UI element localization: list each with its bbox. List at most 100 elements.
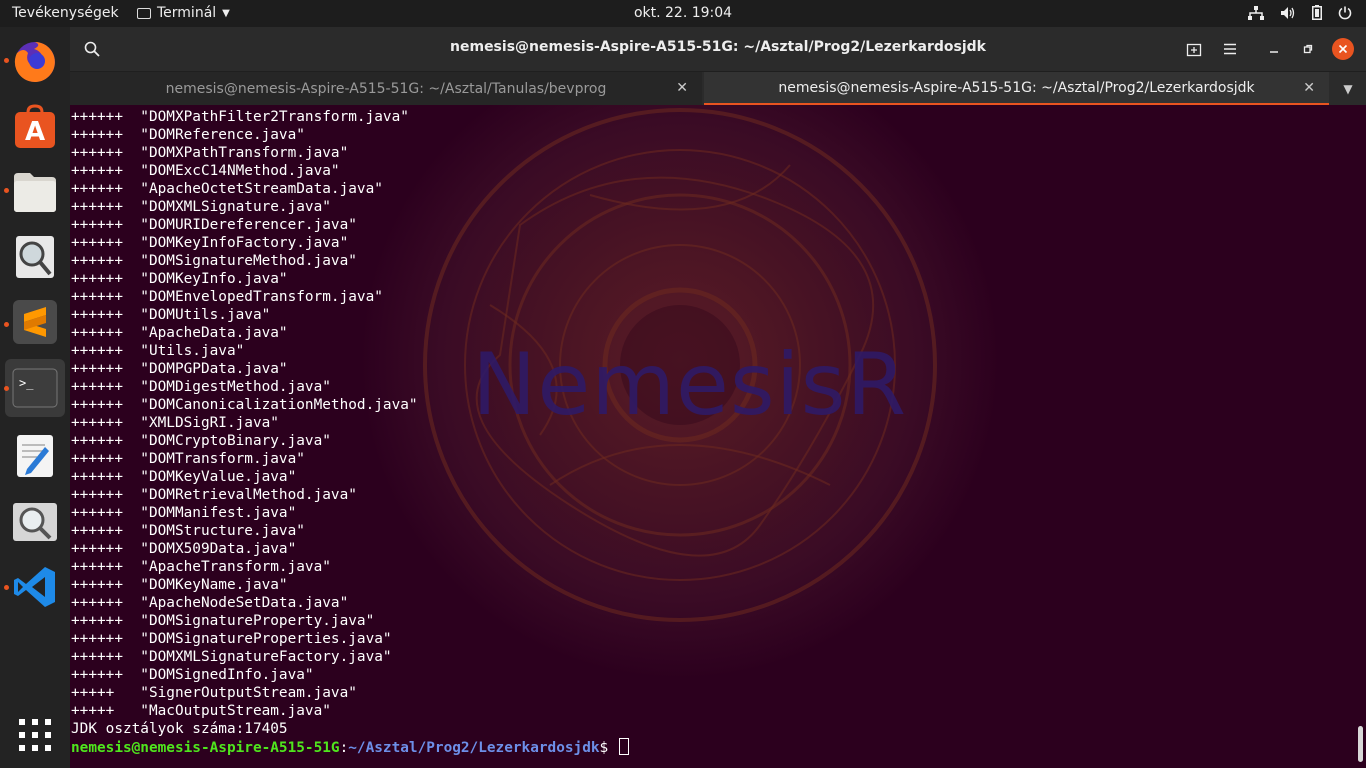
terminal-line: ++++++ "DOMSignatureMethod.java" xyxy=(71,253,357,269)
text-editor-launcher[interactable] xyxy=(5,427,65,485)
tab-label: nemesis@nemesis-Aspire-A515-51G: ~/Aszta… xyxy=(165,80,607,97)
running-indicator xyxy=(4,386,9,391)
folder-icon xyxy=(14,173,56,212)
vscode-icon xyxy=(14,567,55,607)
terminal-line: ++++++ "DOMEnvelopedTransform.java" xyxy=(71,289,383,305)
terminal-line: ++++++ "Utils.java" xyxy=(71,343,245,359)
terminal-icon: >_ xyxy=(12,368,58,408)
close-icon[interactable]: ✕ xyxy=(676,80,688,96)
prompt-path: ~/Asztal/Prog2/Lezerkardosjdk xyxy=(348,740,600,756)
files-launcher[interactable] xyxy=(5,163,65,221)
tab-lezerkardosjdk[interactable]: nemesis@nemesis-Aspire-A515-51G: ~/Aszta… xyxy=(704,72,1329,105)
top-bar: Tevékenységek Terminál ▼ okt. 22. 19:04 xyxy=(0,0,1366,27)
sublime-text-launcher[interactable] xyxy=(5,293,65,351)
terminal-line: ++++++ "DOMCanonicalizationMethod.java" xyxy=(71,397,418,413)
tab-bar: nemesis@nemesis-Aspire-A515-51G: ~/Aszta… xyxy=(70,71,1366,105)
tab-bevprog[interactable]: nemesis@nemesis-Aspire-A515-51G: ~/Aszta… xyxy=(70,72,702,105)
ubuntu-software-launcher[interactable]: A xyxy=(5,98,65,156)
firefox-icon xyxy=(14,42,55,82)
dock: A >_ xyxy=(0,27,70,768)
software-center-icon: A xyxy=(15,104,55,148)
terminal-line: ++++++ "DOMPGPData.java" xyxy=(71,361,288,377)
terminal-line: ++++++ "DOMReference.java" xyxy=(71,127,305,143)
power-menu-icon[interactable] xyxy=(1338,6,1352,20)
system-tray[interactable] xyxy=(1248,5,1352,20)
sublime-text-icon xyxy=(13,300,57,344)
terminal-line: ++++++ "DOMCryptoBinary.java" xyxy=(71,433,331,449)
chevron-down-icon: ▼ xyxy=(1343,81,1353,96)
terminal-line: ++++++ "DOMDigestMethod.java" xyxy=(71,379,331,395)
running-indicator xyxy=(4,322,9,327)
terminal-line: JDK osztályok száma:17405 xyxy=(71,721,288,737)
minimize-button[interactable] xyxy=(1262,37,1286,61)
svg-text:A: A xyxy=(25,117,45,147)
terminal-line: ++++++ "ApacheNodeSetData.java" xyxy=(71,595,349,611)
close-window-button[interactable] xyxy=(1332,38,1354,60)
tab-label: nemesis@nemesis-Aspire-A515-51G: ~/Aszta… xyxy=(778,79,1255,96)
restore-icon xyxy=(1303,44,1313,54)
hamburger-icon xyxy=(1224,43,1236,55)
shell-prompt[interactable]: nemesis@nemesis-Aspire-A515-51G:~/Asztal… xyxy=(71,738,629,756)
terminal-line: ++++++ "DOMKeyValue.java" xyxy=(71,469,297,485)
terminal-line: ++++++ "XMLDSigRI.java" xyxy=(71,415,279,431)
terminal-window: nemesis@nemesis-Aspire-A515-51G: ~/Aszta… xyxy=(70,27,1366,768)
running-indicator xyxy=(4,585,9,590)
terminal-output: ++++++ "DOMXPathFilter2Transform.java" ++… xyxy=(71,108,629,756)
running-indicator xyxy=(4,58,9,63)
running-indicator xyxy=(4,188,9,193)
app-grid-icon xyxy=(19,719,51,751)
terminal-line: +++++ "MacOutputStream.java" xyxy=(71,703,331,719)
terminal-line: ++++++ "DOMSignedInfo.java" xyxy=(71,667,314,683)
terminal-viewport[interactable]: NemesisR ++++++ "DOMXPathFilter2Transfor… xyxy=(70,105,1366,768)
close-icon xyxy=(1338,44,1348,54)
svg-text:>_: >_ xyxy=(19,376,34,390)
terminal-line: ++++++ "DOMXPathFilter2Transform.java" xyxy=(71,109,409,125)
terminal-line: ++++++ "DOMManifest.java" xyxy=(71,505,297,521)
tab-list-dropdown[interactable]: ▼ xyxy=(1330,72,1366,105)
volume-icon[interactable] xyxy=(1280,6,1296,20)
terminal-line: ++++++ "DOMTransform.java" xyxy=(71,451,305,467)
magnifier-icon xyxy=(16,236,54,278)
battery-icon[interactable] xyxy=(1312,5,1322,20)
hamburger-menu-button[interactable] xyxy=(1218,37,1242,61)
firefox-launcher[interactable] xyxy=(5,33,65,91)
new-tab-button[interactable] xyxy=(1182,37,1206,61)
window-title: nemesis@nemesis-Aspire-A515-51G: ~/Aszta… xyxy=(450,39,986,55)
image-viewer-2-launcher[interactable] xyxy=(5,493,65,551)
terminal-line: ++++++ "DOMExcC14NMethod.java" xyxy=(71,163,340,179)
clock[interactable]: okt. 22. 19:04 xyxy=(0,5,1366,21)
terminal-line: ++++++ "DOMKeyInfoFactory.java" xyxy=(71,235,349,251)
terminal-line: ++++++ "ApacheTransform.java" xyxy=(71,559,331,575)
text-cursor xyxy=(618,738,629,755)
terminal-line: ++++++ "DOMSignatureProperties.java" xyxy=(71,631,392,647)
terminal-line: ++++++ "DOMUtils.java" xyxy=(71,307,271,323)
terminal-line: ++++++ "DOMXPathTransform.java" xyxy=(71,145,349,161)
terminal-line: ++++++ "DOMKeyName.java" xyxy=(71,577,288,593)
terminal-line: +++++ "SignerOutputStream.java" xyxy=(71,685,357,701)
terminal-line: ++++++ "DOMKeyInfo.java" xyxy=(71,271,288,287)
terminal-line: ++++++ "DOMXMLSignature.java" xyxy=(71,199,331,215)
terminal-line: ++++++ "DOMRetrievalMethod.java" xyxy=(71,487,357,503)
image-viewer-launcher[interactable] xyxy=(5,228,65,286)
maximize-button[interactable] xyxy=(1296,37,1320,61)
terminal-launcher[interactable]: >_ xyxy=(5,359,65,417)
new-tab-icon xyxy=(1186,43,1202,57)
prompt-user-host: nemesis@nemesis-Aspire-A515-51G xyxy=(71,740,340,756)
prompt-symbol: $ xyxy=(599,740,617,756)
screenshot-magnifier-icon xyxy=(13,503,57,541)
minimize-icon xyxy=(1270,51,1278,53)
terminal-line: ++++++ "DOMStructure.java" xyxy=(71,523,305,539)
text-editor-icon xyxy=(17,435,53,477)
network-icon[interactable] xyxy=(1248,5,1264,20)
close-icon[interactable]: ✕ xyxy=(1303,80,1315,96)
prompt-separator: : xyxy=(339,740,349,756)
vscode-launcher[interactable] xyxy=(5,558,65,616)
show-applications-button[interactable] xyxy=(5,706,65,764)
terminal-line: ++++++ "DOMURIDereferencer.java" xyxy=(71,217,357,233)
terminal-line: ++++++ "DOMXMLSignatureFactory.java" xyxy=(71,649,392,665)
terminal-line: ++++++ "DOMX509Data.java" xyxy=(71,541,297,557)
terminal-line: ++++++ "DOMSignatureProperty.java" xyxy=(71,613,375,629)
terminal-line: ++++++ "ApacheOctetStreamData.java" xyxy=(71,181,383,197)
terminal-scrollbar[interactable] xyxy=(1358,726,1363,762)
header-bar[interactable]: nemesis@nemesis-Aspire-A515-51G: ~/Aszta… xyxy=(70,27,1366,71)
